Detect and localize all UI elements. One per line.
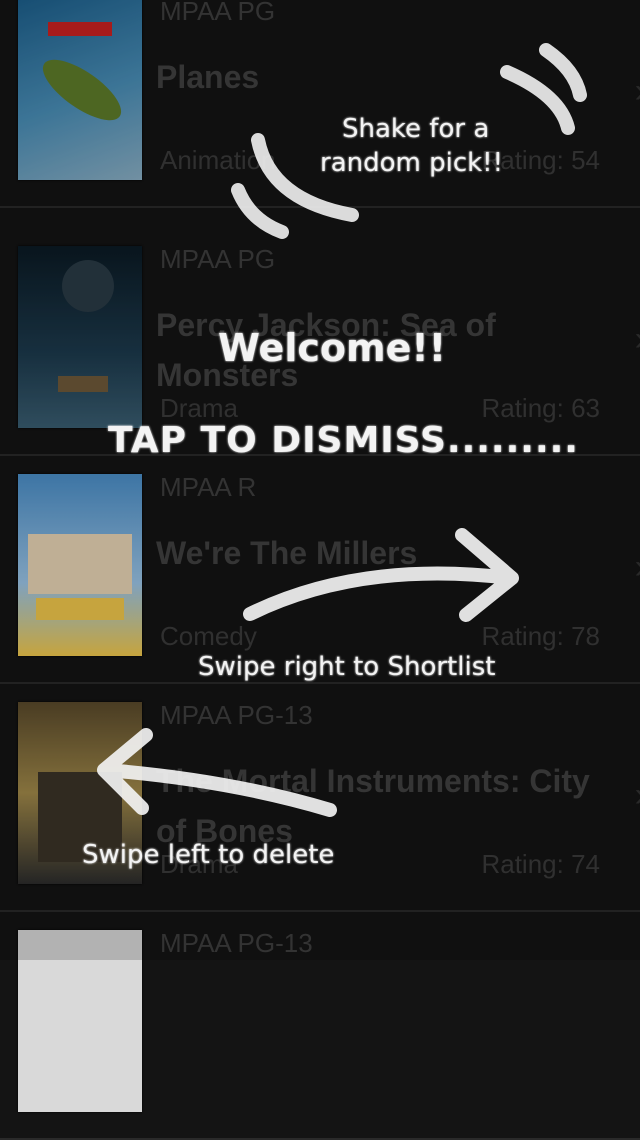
shake-mark-icon	[500, 65, 575, 135]
tap-to-dismiss-text[interactable]: TAP TO DISMISS.........	[108, 420, 579, 461]
shake-hint-line2: random pick!!	[320, 148, 504, 178]
shake-mark-icon	[539, 43, 587, 102]
arrow-left-icon	[97, 728, 337, 817]
swipe-right-hint: Swipe right to Shortlist	[198, 652, 496, 682]
shake-mark-icon	[231, 183, 289, 239]
coach-strokes	[97, 43, 587, 817]
arrow-right-icon	[243, 528, 519, 622]
swipe-left-hint: Swipe left to delete	[82, 840, 335, 870]
welcome-text: Welcome!!	[218, 326, 447, 370]
shake-hint-line1: Shake for a	[342, 114, 490, 144]
